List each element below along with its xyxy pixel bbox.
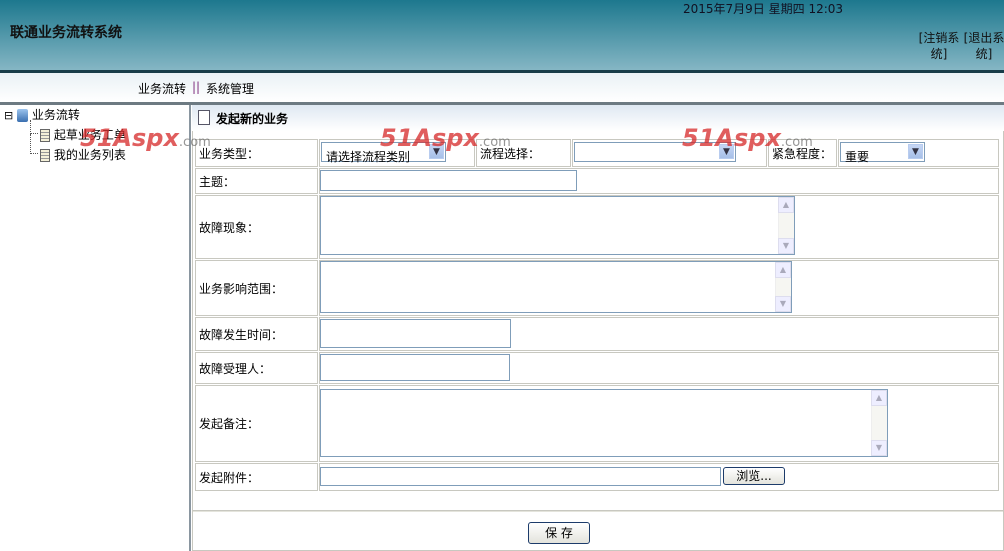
attachment-path-input[interactable] (320, 467, 721, 486)
scroll-down-icon[interactable]: ▼ (778, 238, 794, 254)
divider (193, 510, 1003, 512)
scrollbar[interactable]: ▲ ▼ (871, 390, 887, 456)
tree-item-label: 起草业务工单 (53, 128, 126, 142)
flow-select[interactable]: ▼ (574, 142, 736, 162)
tree-line (30, 134, 38, 154)
select-value: 重要 (845, 150, 870, 164)
urgency-select[interactable]: 重要 ▼ (840, 142, 925, 164)
urgency-label: 紧急程度： (768, 139, 837, 167)
tree-root[interactable]: ⊟ 业务流转 (4, 106, 80, 123)
scroll-up-icon[interactable]: ▲ (778, 197, 794, 213)
handler-label: 故障受理人： (195, 352, 318, 384)
nav-system-admin[interactable]: 系统管理 (206, 80, 254, 97)
nav-separator: || (192, 80, 201, 94)
business-type-label: 业务类型： (195, 139, 318, 167)
nav-business-flow[interactable]: 业务流转 (138, 80, 186, 97)
datetime: 2015年7月9日 星期四 12:03 (683, 2, 844, 16)
time-input[interactable] (320, 319, 511, 348)
remark-label: 发起备注： (195, 385, 318, 462)
page-icon (198, 110, 210, 125)
remark-textarea[interactable]: ▲ ▼ (320, 389, 888, 457)
symptom-label: 故障现象： (195, 195, 318, 259)
subject-label: 主题： (195, 168, 318, 194)
handler-input[interactable] (320, 354, 510, 381)
select-value: 请选择流程类别 (326, 150, 411, 164)
impact-textarea[interactable]: ▲ ▼ (320, 261, 792, 313)
document-icon (40, 129, 50, 142)
scrollbar[interactable]: ▲ ▼ (778, 197, 794, 254)
tree-item-my-list[interactable]: 我的业务列表 (40, 146, 126, 163)
tree-line (30, 120, 38, 134)
chevron-down-icon: ▼ (429, 144, 444, 159)
sidebar-tree (0, 105, 191, 551)
scroll-down-icon[interactable]: ▼ (775, 296, 791, 312)
exit-link[interactable]: [退出系统] (962, 30, 1004, 62)
scrollbar[interactable]: ▲ ▼ (775, 262, 791, 312)
symptom-textarea[interactable]: ▲ ▼ (320, 196, 795, 255)
scroll-up-icon[interactable]: ▲ (871, 390, 887, 406)
computer-icon (17, 109, 29, 122)
attachment-label: 发起附件： (195, 463, 318, 491)
impact-label: 业务影响范围： (195, 260, 318, 316)
panel-title-text: 发起新的业务 (216, 112, 289, 126)
subject-input[interactable] (320, 170, 577, 191)
scroll-down-icon[interactable]: ▼ (871, 440, 887, 456)
tree-root-label: 业务流转 (31, 108, 80, 122)
app-title: 联通业务流转系统 (10, 25, 122, 41)
document-icon (40, 149, 50, 162)
scroll-up-icon[interactable]: ▲ (775, 262, 791, 278)
header-banner (0, 0, 1004, 70)
collapse-icon[interactable]: ⊟ (4, 109, 13, 122)
business-type-select[interactable]: 请选择流程类别 ▼ (321, 142, 446, 164)
browse-button[interactable]: 浏览... (723, 467, 785, 485)
flow-label: 流程选择： (476, 139, 571, 167)
time-label: 故障发生时间： (195, 317, 318, 351)
tree-item-label: 我的业务列表 (53, 148, 126, 162)
logout-link[interactable]: [注销系统] (917, 30, 961, 62)
chevron-down-icon: ▼ (908, 144, 923, 159)
panel-title: 发起新的业务 (192, 105, 1004, 131)
save-button[interactable]: 保 存 (528, 522, 590, 544)
chevron-down-icon: ▼ (719, 144, 734, 159)
tree-item-draft[interactable]: 起草业务工单 (40, 126, 126, 143)
